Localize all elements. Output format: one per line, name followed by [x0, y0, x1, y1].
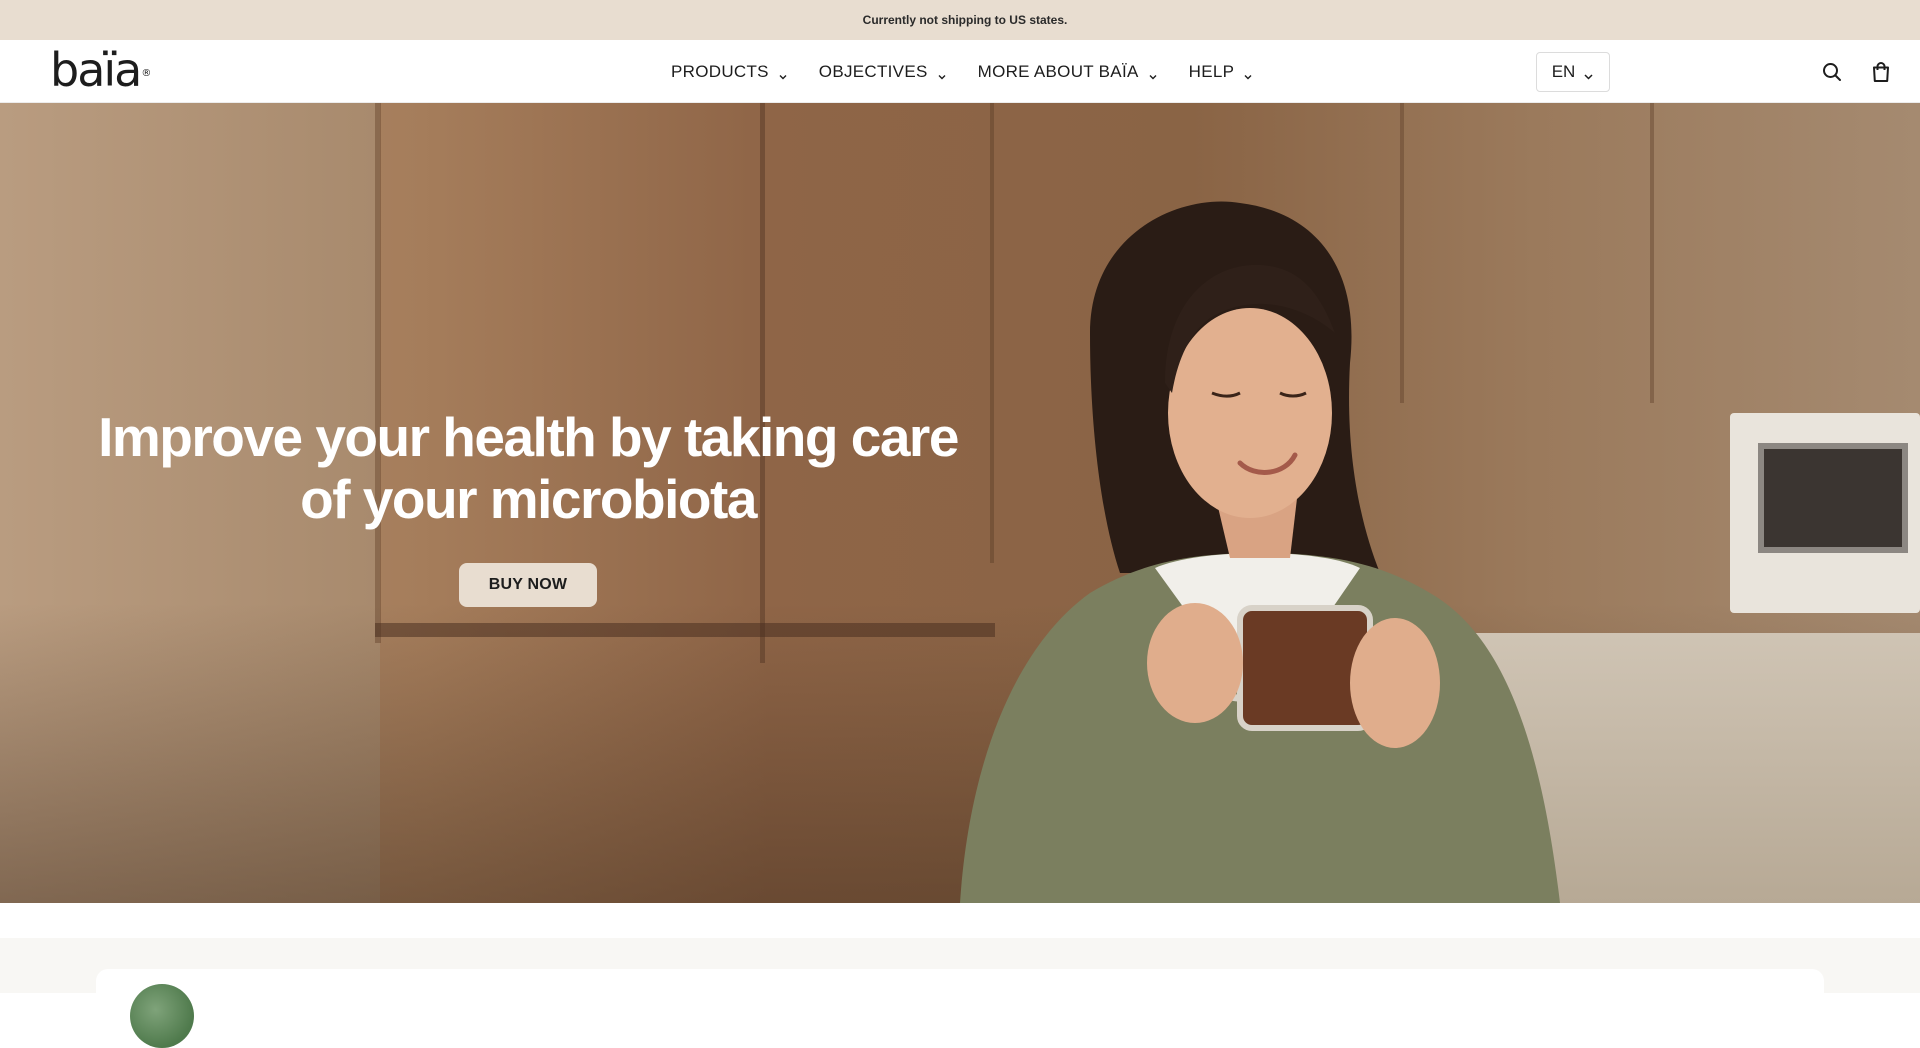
- announcement-text: Currently not shipping to US states.: [862, 13, 1068, 27]
- chevron-down-icon: [937, 67, 947, 79]
- shopping-bag-icon[interactable]: [1869, 60, 1893, 84]
- announcement-bar: Currently not shipping to US states.: [0, 0, 1920, 40]
- nav-item-label: OBJECTIVES: [818, 61, 928, 81]
- chevron-down-icon: [1583, 67, 1594, 80]
- chevron-down-icon: [1243, 67, 1253, 79]
- search-icon[interactable]: [1820, 60, 1844, 84]
- nav-item-label: PRODUCTS: [671, 61, 769, 81]
- nav-item-products[interactable]: PRODUCTS: [671, 62, 788, 82]
- hero-title: Improve your health by taking care of yo…: [98, 406, 959, 530]
- nav-item-objectives[interactable]: OBJECTIVES: [819, 62, 947, 82]
- next-section: [0, 938, 1920, 1048]
- language-selector[interactable]: EN: [1536, 52, 1610, 92]
- hero-banner: Improve your health by taking care of yo…: [0, 103, 1920, 903]
- site-header: baïa® PRODUCTS OBJECTIVES MORE ABOUT BAÏ…: [0, 40, 1920, 103]
- content-card: [96, 969, 1824, 1048]
- woman-with-cup-photo: [960, 201, 1560, 903]
- nav-item-more-about[interactable]: MORE ABOUT BAÏA: [978, 62, 1158, 82]
- chevron-down-icon: [1148, 67, 1158, 79]
- brand-logo[interactable]: baïa®: [50, 47, 152, 93]
- microwave: [1730, 413, 1920, 613]
- chevron-down-icon: [778, 67, 788, 79]
- main-nav: PRODUCTS OBJECTIVES MORE ABOUT BAÏA HELP: [671, 40, 1284, 103]
- nav-item-label: MORE ABOUT BAÏA: [977, 61, 1139, 81]
- us-flag-icon: [852, 14, 862, 26]
- nav-item-label: HELP: [1188, 61, 1235, 81]
- logo-registered-mark: ®: [141, 68, 152, 79]
- avatar: [130, 984, 194, 1048]
- language-value: EN: [1551, 62, 1576, 81]
- nav-item-help[interactable]: HELP: [1189, 62, 1254, 82]
- buy-now-button[interactable]: BUY NOW: [459, 563, 597, 607]
- logo-text: baïa: [50, 43, 142, 97]
